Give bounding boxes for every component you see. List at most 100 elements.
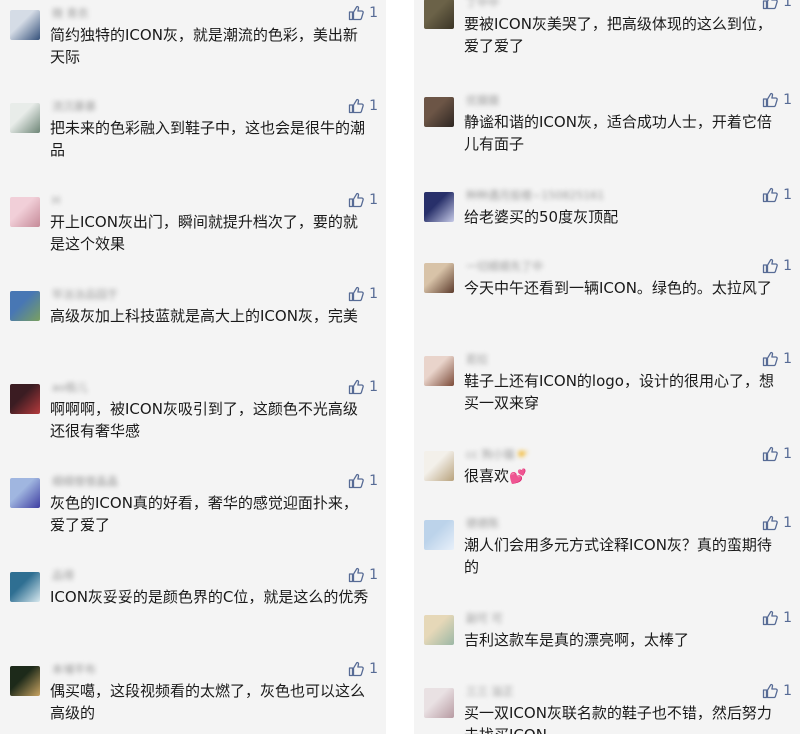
like-button[interactable]: 1 xyxy=(762,89,792,111)
like-count: 1 xyxy=(369,661,378,677)
like-button[interactable]: 1 xyxy=(762,184,792,206)
comment-text: 潮人们会用多元方式诠释ICON灰？真的蛮期待的 xyxy=(464,536,772,576)
username[interactable]: 毕冶冶品园于 xyxy=(52,287,118,302)
avatar[interactable] xyxy=(424,356,454,386)
comment-text: 今天中午还看到一辆ICON。绿色的。太拉风了 xyxy=(464,279,772,297)
like-count: 1 xyxy=(783,610,792,626)
username[interactable]: cc 狗小猫 ☛ xyxy=(466,447,528,462)
like-count: 1 xyxy=(369,5,378,21)
avatar[interactable] xyxy=(424,615,454,645)
like-button[interactable]: 1 xyxy=(348,95,378,117)
username[interactable]: 优摄摄 xyxy=(466,93,499,108)
username[interactable]: 细细僧僧晶晶 xyxy=(52,474,118,489)
thumbs-up-icon xyxy=(762,0,778,10)
like-button[interactable]: 1 xyxy=(762,607,792,629)
like-count: 1 xyxy=(783,92,792,108)
thumbs-up-icon xyxy=(348,192,364,208)
username[interactable]: 三三 溢正 xyxy=(466,684,514,699)
username[interactable]: 种种遇月投楼~150825161 xyxy=(466,188,604,203)
like-count: 1 xyxy=(783,515,792,531)
comment-text: 很喜欢💕 xyxy=(464,467,527,485)
username[interactable]: 本埔平布 xyxy=(52,662,96,677)
like-button[interactable]: 1 xyxy=(762,512,792,534)
avatar[interactable] xyxy=(424,263,454,293)
thumbs-up-icon xyxy=(348,98,364,114)
comment-text: 要被ICON灰美哭了，把高级体现的这么到位，爱了爱了 xyxy=(464,15,772,55)
like-button[interactable]: 1 xyxy=(348,564,378,586)
like-count: 1 xyxy=(783,0,792,10)
comment-text: 买一双ICON灰联名款的鞋子也不错，然后努力去找买ICON xyxy=(464,704,772,734)
thumbs-up-icon xyxy=(348,286,364,302)
username[interactable]: 德德陈 xyxy=(466,516,499,531)
like-button[interactable]: 1 xyxy=(348,658,378,680)
thumbs-up-icon xyxy=(762,351,778,367)
avatar[interactable] xyxy=(424,688,454,718)
username[interactable]: 若拉 xyxy=(466,352,488,367)
like-button[interactable]: 1 xyxy=(348,283,378,305)
avatar[interactable] xyxy=(424,451,454,481)
like-button[interactable]: 1 xyxy=(762,255,792,277)
avatar[interactable] xyxy=(424,192,454,222)
like-count: 1 xyxy=(783,258,792,274)
avatar[interactable] xyxy=(10,103,40,133)
comment-text: 开上ICON灰出门，瞬间就提升档次了，要的就是这个效果 xyxy=(50,213,358,253)
like-button[interactable]: 1 xyxy=(762,0,792,13)
comment-list-left: 微 青衣 1 简约独特的ICON灰，就是潮流的色彩，美出新天际 流沉暴暴 1 把未来的色彩… xyxy=(0,0,386,734)
like-button[interactable]: 1 xyxy=(348,2,378,24)
like-count: 1 xyxy=(369,473,378,489)
username[interactable]: 丁中中 xyxy=(466,0,499,10)
avatar[interactable] xyxy=(424,520,454,550)
avatar[interactable] xyxy=(10,291,40,321)
like-button[interactable]: 1 xyxy=(348,470,378,492)
thumbs-up-icon xyxy=(348,567,364,583)
thumbs-up-icon xyxy=(348,473,364,489)
avatar[interactable] xyxy=(10,384,40,414)
heart-emoji: 💕 xyxy=(509,469,527,485)
comment-text: 把未来的色彩融入到鞋子中，这也会是很牛的潮品 xyxy=(50,119,366,159)
like-button[interactable]: 1 xyxy=(348,376,378,398)
like-count: 1 xyxy=(783,446,792,462)
comment-text: 灰色的ICON真的好看，奢华的感觉迎面扑来，爱了爱了 xyxy=(50,494,358,534)
username[interactable]: ao极儿 xyxy=(52,380,87,395)
thumbs-up-icon xyxy=(348,379,364,395)
comment-text: 简约独特的ICON灰，就是潮流的色彩，美出新天际 xyxy=(50,26,358,66)
avatar[interactable] xyxy=(424,97,454,127)
username[interactable]: H xyxy=(52,193,60,208)
comment-text: 偶买噶，这段视频看的太燃了，灰色也可以这么高级的 xyxy=(50,682,366,722)
avatar[interactable] xyxy=(10,572,40,602)
like-count: 1 xyxy=(369,286,378,302)
like-count: 1 xyxy=(369,98,378,114)
like-count: 1 xyxy=(783,187,792,203)
thumbs-up-icon xyxy=(762,258,778,274)
like-button[interactable]: 1 xyxy=(762,348,792,370)
comment-text: 给老婆买的50度灰顶配 xyxy=(464,208,619,226)
thumbs-up-icon xyxy=(762,187,778,203)
username[interactable]: 微 青衣 xyxy=(52,6,89,21)
comment-list-right: 丁中中 1 要被ICON灰美哭了，把高级体现的这么到位，爱了爱了优摄摄 1 静谧和谐的I… xyxy=(414,0,800,734)
like-button[interactable]: 1 xyxy=(762,680,792,702)
like-count: 1 xyxy=(783,683,792,699)
username[interactable]: 流沉暴暴 xyxy=(52,99,96,114)
like-count: 1 xyxy=(369,192,378,208)
comment-text: 鞋子上还有ICON的logo，设计的很用心了，想买一双来穿 xyxy=(464,372,774,412)
comment-text: 静谧和谐的ICON灰，适合成功人士，开着它倍儿有面子 xyxy=(464,113,772,153)
avatar[interactable] xyxy=(10,478,40,508)
username[interactable]: 一切顺顺先了中 xyxy=(466,259,543,274)
thumbs-up-icon xyxy=(762,683,778,699)
like-count: 1 xyxy=(369,567,378,583)
username[interactable]: 品得 xyxy=(52,568,74,583)
comment-text: ICON灰妥妥的是颜色界的C位，就是这么的优秀 xyxy=(50,588,369,606)
comment-text: 高级灰加上科技蓝就是高大上的ICON灰，完美 xyxy=(50,307,358,325)
avatar[interactable] xyxy=(10,666,40,696)
like-button[interactable]: 1 xyxy=(348,189,378,211)
like-button[interactable]: 1 xyxy=(762,443,792,465)
thumbs-up-icon xyxy=(348,5,364,21)
thumbs-up-icon xyxy=(762,446,778,462)
avatar[interactable] xyxy=(10,197,40,227)
hand-icon: ☛ xyxy=(517,447,529,461)
username[interactable]: 副可 可 xyxy=(466,611,503,626)
thumbs-up-icon xyxy=(762,515,778,531)
comment-text: 啊啊啊，被ICON灰吸引到了，这颜色不光高级还很有奢华感 xyxy=(50,400,358,440)
avatar[interactable] xyxy=(10,10,40,40)
avatar[interactable] xyxy=(424,0,454,29)
